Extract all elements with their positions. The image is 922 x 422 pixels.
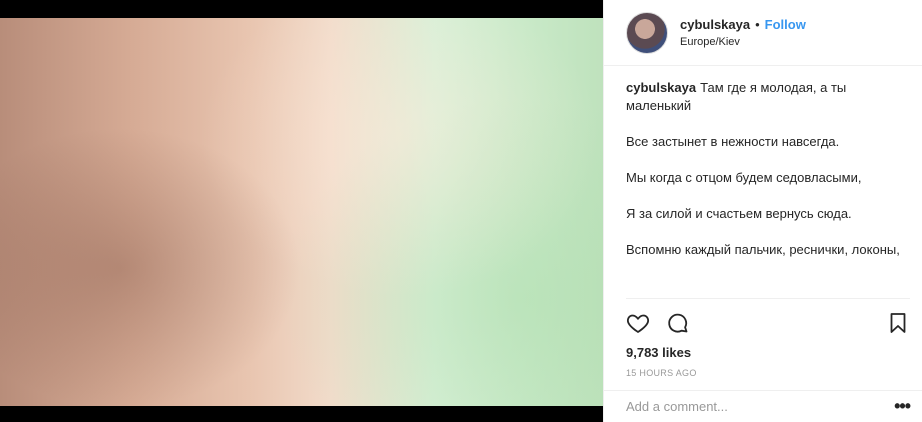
action-bar: [626, 298, 910, 337]
post-media[interactable]: [0, 0, 603, 422]
follow-button[interactable]: Follow: [765, 17, 806, 32]
author-line: cybulskaya • Follow: [680, 17, 806, 32]
author-username[interactable]: cybulskaya: [680, 17, 750, 32]
post-location[interactable]: Europe/Kiev: [680, 36, 806, 48]
comment-bubble-icon: [668, 313, 688, 333]
separator-dot: •: [755, 17, 760, 32]
like-button[interactable]: [626, 311, 650, 335]
instagram-post: cybulskaya • Follow Europe/Kiev cybulska…: [0, 0, 922, 422]
post-timestamp[interactable]: 15 HOURS AGO: [604, 360, 922, 378]
author-info: cybulskaya • Follow Europe/Kiev: [680, 17, 806, 48]
bookmark-icon: [890, 313, 906, 333]
caption-username[interactable]: cybulskaya: [626, 80, 696, 95]
likes-count[interactable]: 9,783 likes: [604, 337, 922, 360]
comment-button[interactable]: [666, 311, 690, 335]
post-photo[interactable]: [0, 18, 603, 406]
heart-icon: [626, 314, 650, 333]
save-button[interactable]: [886, 311, 910, 335]
more-options-icon[interactable]: •••: [894, 396, 911, 417]
caption-line: Мы когда с отцом будем седовласыми,: [626, 170, 862, 185]
photo-shading: [0, 18, 603, 406]
caption-line: Все застынет в нежности навсегда.: [626, 134, 840, 149]
caption-line: Вспомню каждый пальчик, реснички, локоны…: [626, 242, 900, 257]
caption-line: Я за силой и счастьем вернусь сюда.: [626, 206, 852, 221]
caption-area: cybulskaya Там где я молодая, а ты малень…: [604, 66, 922, 298]
post-header: cybulskaya • Follow Europe/Kiev: [604, 0, 922, 66]
caption-first-line: cybulskaya Там где я молодая, а ты малень…: [626, 79, 900, 115]
comment-input[interactable]: [626, 399, 895, 414]
post-side-panel: cybulskaya • Follow Europe/Kiev cybulska…: [603, 0, 922, 422]
avatar[interactable]: [626, 11, 668, 54]
add-comment-bar: •••: [604, 390, 922, 422]
